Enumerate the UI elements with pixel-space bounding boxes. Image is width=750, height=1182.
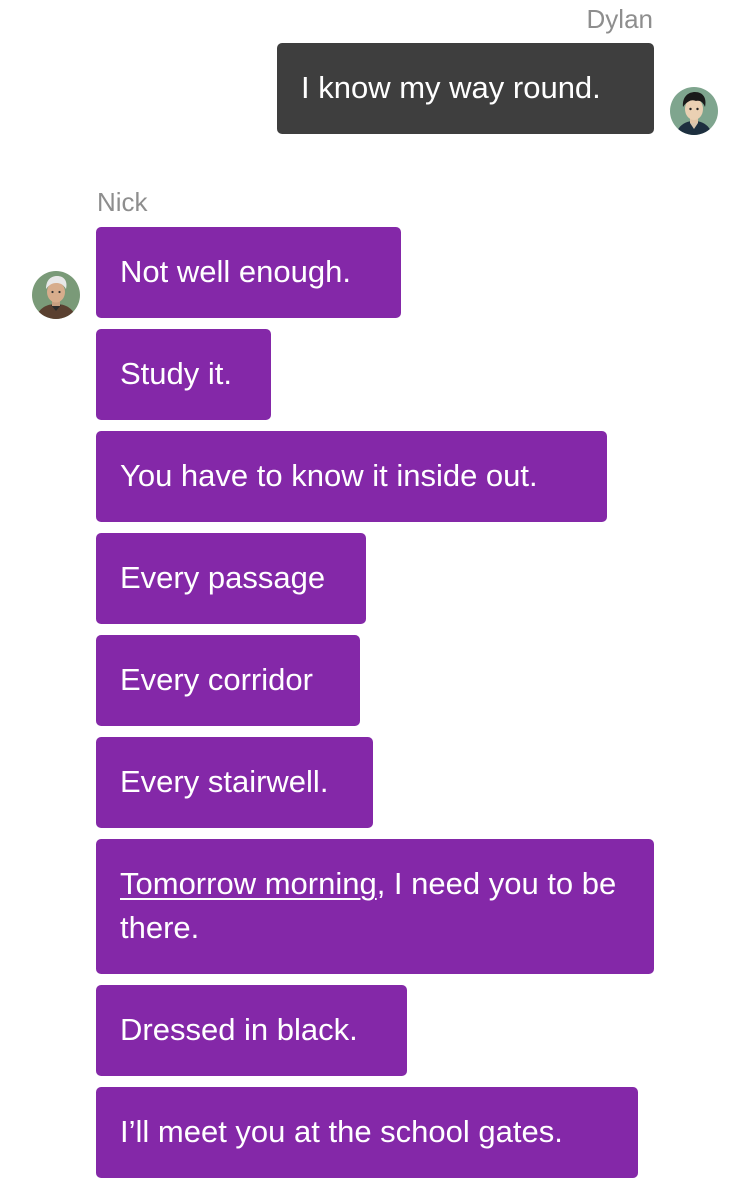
message-bubble-incoming[interactable]: You have to know it inside out. — [96, 431, 607, 522]
message-text: Every corridor — [120, 662, 313, 697]
dylan-avatar-icon[interactable] — [670, 87, 718, 135]
message-bubble-incoming[interactable]: Every passage — [96, 533, 366, 624]
nick-avatar-icon[interactable] — [32, 271, 80, 319]
message-bubble-incoming[interactable]: Dressed in black. — [96, 985, 407, 1076]
message-bubble-incoming[interactable]: Every stairwell. — [96, 737, 373, 828]
message-bubble-outgoing[interactable]: I know my way round. — [277, 43, 654, 134]
message-bubble-incoming[interactable]: Tomorrow morning, I need you to be there… — [96, 839, 654, 974]
message-text: Not well enough. — [120, 254, 351, 289]
message-bubble-incoming[interactable]: I’ll meet you at the school gates. — [96, 1087, 638, 1178]
sender-name-dylan: Dylan — [586, 4, 653, 34]
message-text: I know my way round. — [301, 70, 601, 105]
message-bubble-incoming[interactable]: Study it. — [96, 329, 271, 420]
message-bubble-incoming[interactable]: Not well enough. — [96, 227, 401, 318]
message-text: You have to know it inside out. — [120, 458, 538, 493]
date-link[interactable]: Tomorrow morning — [120, 866, 377, 901]
message-text: I’ll meet you at the school gates. — [120, 1114, 563, 1149]
message-text: Study it. — [120, 356, 232, 391]
message-bubble-incoming[interactable]: Every corridor — [96, 635, 360, 726]
sender-name-nick: Nick — [97, 187, 148, 217]
message-text: Every stairwell. — [120, 764, 329, 799]
message-text: Dressed in black. — [120, 1012, 358, 1047]
message-text: Every passage — [120, 560, 326, 595]
